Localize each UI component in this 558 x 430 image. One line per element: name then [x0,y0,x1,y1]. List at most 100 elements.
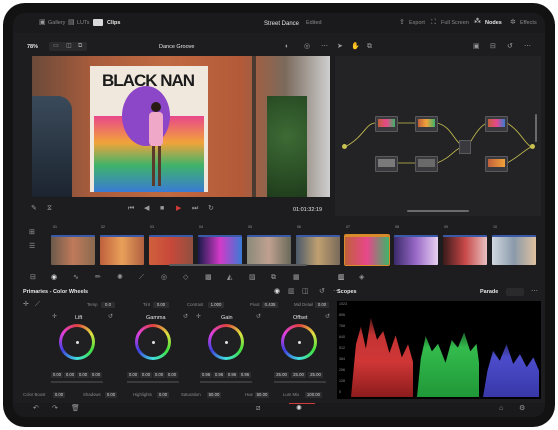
clip-thumbnail[interactable] [492,235,536,265]
effects-button[interactable]: Effects [520,20,537,27]
hsl-icon[interactable]: ✺ [117,274,123,281]
gain-value-g[interactable]: 0.96 [226,372,238,378]
nodes-button[interactable]: Nodes [485,20,502,27]
fullscreen-button[interactable]: Full Screen [441,20,469,27]
gamma-slider[interactable] [127,381,179,383]
color-page-icon[interactable]: ✺ [296,405,302,412]
offset-value-b[interactable]: 25.00 [308,372,323,378]
node-output-dot[interactable] [530,144,535,149]
step-back-icon[interactable]: ◀ [144,205,149,212]
node-graph[interactable] [335,56,541,216]
effects-panel-icon[interactable]: ▦ [293,274,300,281]
offset-slider[interactable] [274,381,326,383]
mixer-node[interactable] [459,140,471,154]
offset-value-g[interactable]: 25.00 [291,372,306,378]
layers-icon[interactable]: ⊟ [30,274,36,281]
node-h-scrollbar[interactable] [407,210,469,212]
jump-start-icon[interactable]: ⏮ [128,205,134,212]
sizing-icon[interactable]: ▨ [249,274,256,281]
hand-icon[interactable]: ✋ [351,43,360,50]
clip-thumbnail[interactable] [100,235,144,265]
lift-value-y[interactable]: 0.00 [51,372,63,378]
log-mode-icon[interactable]: ◫ [302,288,309,295]
clip-scrollbar[interactable] [169,264,307,266]
gain-value-y[interactable]: 0.96 [200,372,212,378]
window-icon[interactable]: ◎ [161,274,167,281]
brush-icon[interactable]: ✏ [95,274,101,281]
node-2[interactable] [415,116,438,132]
temp-value[interactable]: 0.0 [101,302,115,308]
gamma-value-y[interactable]: 0.00 [127,372,139,378]
lift-picker-icon[interactable]: ✛ [52,314,57,320]
tab-luts[interactable]: LUTs [77,20,90,27]
clip-thumbnail[interactable] [198,235,242,265]
gamma-value-b[interactable]: 0.00 [166,372,178,378]
grade-icon[interactable]: ◎ [304,43,310,50]
wheels-mode-icon[interactable]: ◉ [274,288,280,295]
tab-clips[interactable]: Clips [107,20,120,27]
gain-wheel-handle[interactable] [225,341,228,344]
scope-settings-button[interactable] [506,288,524,296]
cut-page-icon[interactable]: ⧄ [256,405,260,412]
node-4[interactable] [415,156,438,172]
node-1[interactable] [375,116,398,132]
clip-thumbnail-selected[interactable] [344,234,390,266]
tint-value[interactable]: 0.00 [153,302,169,308]
blur-icon[interactable]: ▩ [205,274,212,281]
compare-view-icon[interactable]: ⧉ [78,43,82,49]
offset-wheel-handle[interactable] [298,341,301,344]
stills-icon[interactable]: ⧉ [271,274,276,281]
hue-value[interactable]: 50.00 [255,392,269,398]
node-5[interactable] [485,116,508,132]
lift-slider[interactable] [51,381,103,383]
settings-icon[interactable]: ⚙ [519,405,525,412]
gamma-reset-icon[interactable]: ↺ [183,314,188,320]
clip-thumbnail[interactable] [394,235,438,265]
panel-reset-icon[interactable]: ↺ [319,288,325,295]
clip-thumbnail[interactable] [443,235,487,265]
gamma-value-r[interactable]: 0.00 [140,372,152,378]
color-boost-value[interactable]: 0.00 [53,392,65,398]
lift-reset-icon[interactable]: ↺ [108,314,113,320]
zoom-level[interactable]: 78% [27,44,38,51]
gain-picker-icon[interactable]: ✛ [196,314,201,320]
eyedropper-icon[interactable]: ⟋ [139,274,144,281]
node-input-dot[interactable] [342,144,347,149]
scope-mode-select[interactable]: Parade [480,289,498,296]
scopes-tab-icon[interactable]: ▥ [338,274,345,281]
curves-icon[interactable]: ∿ [73,274,79,281]
jump-end-icon[interactable]: ⏭ [192,205,198,212]
pointer-icon[interactable]: ➤ [337,43,343,50]
display-icon[interactable]: ▣ [473,43,480,50]
saturation-value[interactable]: 50.00 [207,392,221,398]
info-tab-icon[interactable]: ◈ [359,274,364,281]
color-wheels-icon[interactable]: ◉ [51,274,57,281]
undo-icon[interactable]: ↶ [33,405,39,412]
offset-reset-icon[interactable]: ↺ [325,314,330,320]
pen-icon[interactable]: ✎ [31,205,37,212]
auto-balance-icon[interactable]: ⟋ [35,301,40,308]
gain-slider[interactable] [200,381,252,383]
tab-gallery[interactable]: Gallery [48,20,65,27]
home-icon[interactable]: ⌂ [499,405,503,412]
lift-wheel-handle[interactable] [76,341,79,344]
node-6[interactable] [485,156,508,172]
contrast-value[interactable]: 1.000 [208,302,224,308]
gain-value-b[interactable]: 0.96 [239,372,251,378]
lift-value-r[interactable]: 0.00 [64,372,76,378]
loop-icon[interactable]: ↻ [208,205,214,212]
node-more-icon[interactable]: ⋯ [524,43,531,50]
viewer-image[interactable]: BLACK NAN [32,56,330,197]
clip-thumbnail[interactable] [247,235,291,265]
lift-value-b[interactable]: 0.00 [90,372,102,378]
clip-thumbnail[interactable] [149,235,193,265]
export-button[interactable]: Export [409,20,425,27]
pivot-value[interactable]: 0.435 [262,302,278,308]
scope-more-icon[interactable]: ⋯ [531,288,538,295]
clip-list-icon[interactable]: ⊞ [29,229,35,236]
bars-mode-icon[interactable]: ▥ [288,288,295,295]
gamma-wheel-handle[interactable] [152,341,155,344]
node-3[interactable] [375,156,398,172]
offset-value-r[interactable]: 25.00 [274,372,289,378]
gain-value-r[interactable]: 0.96 [213,372,225,378]
